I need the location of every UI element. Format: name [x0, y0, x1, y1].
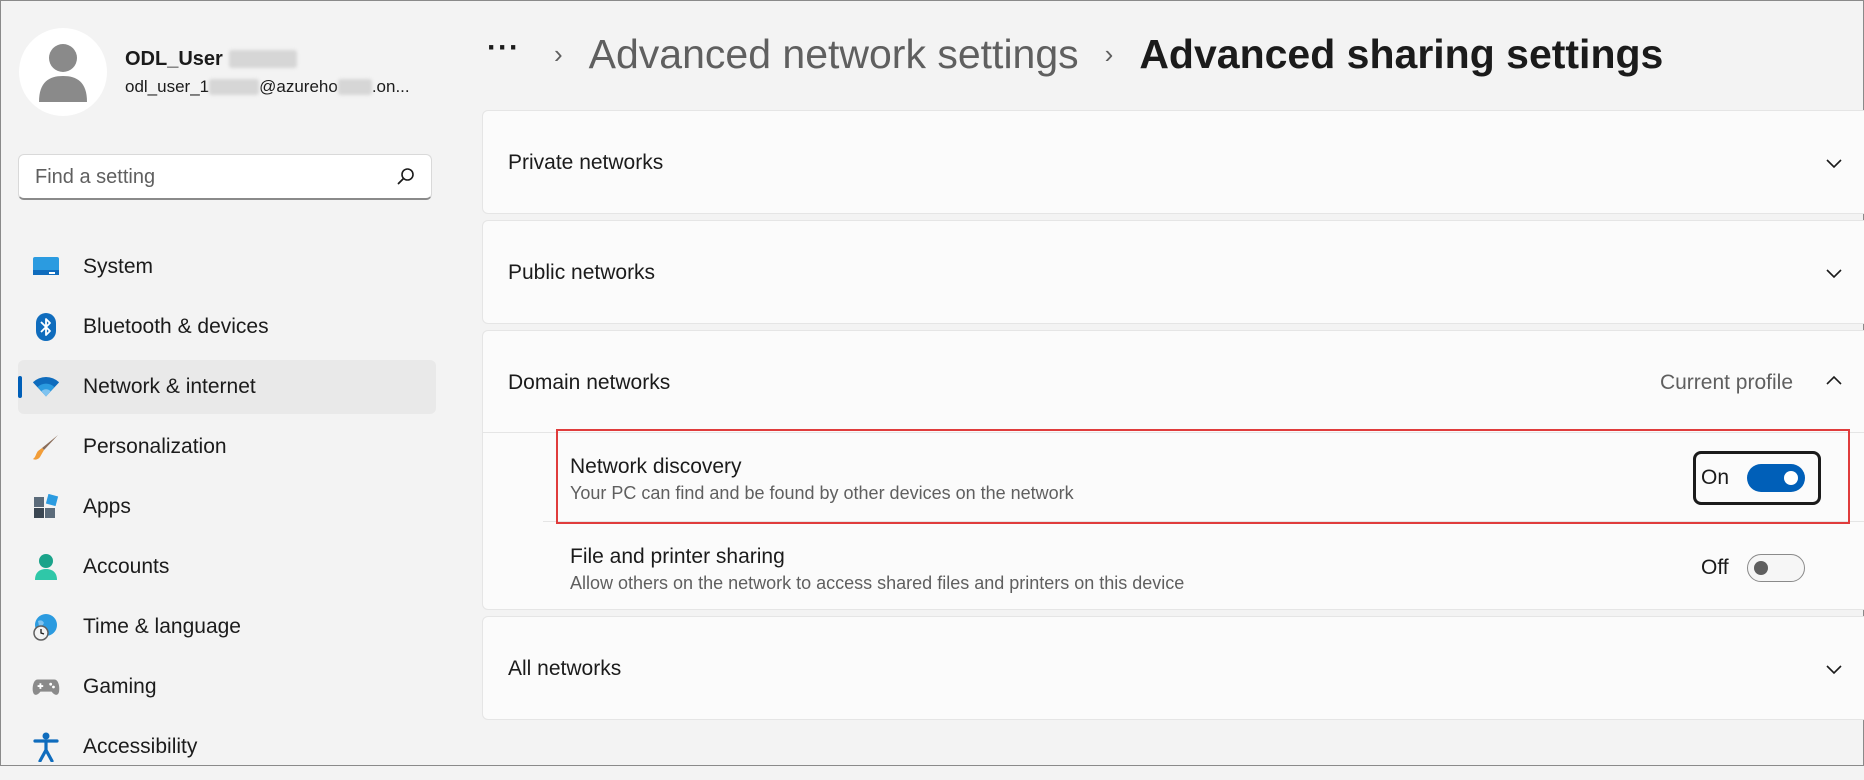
- search-icon[interactable]: [397, 167, 415, 185]
- redacted-text: [228, 50, 297, 68]
- person-icon: [32, 553, 60, 581]
- user-profile[interactable]: ODL_User odl_user_1 @azureho .on...: [19, 28, 410, 116]
- brush-icon: [32, 433, 60, 461]
- email-part: odl_user_1: [125, 76, 210, 96]
- section-title: Domain networks: [508, 371, 671, 394]
- breadcrumb: ··· › Advanced network settings › Advanc…: [487, 24, 1663, 84]
- file-printer-sharing-title: File and printer sharing: [570, 545, 785, 568]
- more-breadcrumbs-button[interactable]: ···: [487, 31, 520, 65]
- current-profile-label: Current profile: [1659, 371, 1793, 394]
- section-title: Public networks: [508, 261, 656, 284]
- apps-icon: [32, 493, 60, 521]
- sidebar-item-accounts[interactable]: Accounts: [18, 540, 436, 594]
- page-title: Advanced sharing settings: [1139, 30, 1664, 77]
- email-part: .on...: [371, 76, 410, 96]
- sidebar-item-apps[interactable]: Apps: [18, 480, 436, 534]
- profile-email: odl_user_1 @azureho .on...: [125, 77, 410, 97]
- sidebar-item-personalization[interactable]: Personalization: [18, 420, 436, 474]
- email-part: @azureho: [259, 76, 338, 96]
- chevron-down-icon[interactable]: [1825, 264, 1843, 282]
- section-all-networks[interactable]: All networks: [482, 616, 1864, 720]
- person-icon: [39, 44, 87, 102]
- sidebar-item-label: Bluetooth & devices: [83, 315, 269, 338]
- accessibility-icon: [32, 732, 60, 762]
- search-input[interactable]: [33, 155, 397, 199]
- sidebar-item-label: Accessibility: [83, 735, 198, 758]
- sidebar-item-gaming[interactable]: Gaming: [18, 660, 436, 714]
- sidebar-item-label: Accounts: [83, 555, 170, 578]
- section-title: Private networks: [508, 151, 664, 174]
- section-public-networks[interactable]: Public networks: [482, 220, 1864, 324]
- redacted-text: [209, 78, 260, 95]
- chevron-down-icon[interactable]: [1825, 154, 1843, 172]
- wifi-icon: [32, 373, 60, 401]
- sidebar: ODL_User odl_user_1 @azureho .on... Syst…: [0, 0, 450, 766]
- sidebar-nav: System Bluetooth & devices Network & int…: [18, 240, 436, 780]
- sidebar-item-label: Personalization: [83, 435, 227, 458]
- sidebar-item-network[interactable]: Network & internet: [18, 360, 436, 414]
- file-printer-sharing-toggle[interactable]: [1746, 554, 1805, 582]
- toggle-knob: [1753, 561, 1768, 575]
- search-box: [18, 154, 432, 200]
- sidebar-item-bluetooth[interactable]: Bluetooth & devices: [18, 300, 436, 354]
- redacted-text: [337, 78, 372, 95]
- highlight-box: [556, 429, 1850, 524]
- sidebar-item-time-language[interactable]: Time & language: [18, 600, 436, 654]
- system-icon: [32, 253, 60, 281]
- avatar: [19, 28, 107, 116]
- profile-name: ODL_User: [125, 47, 223, 70]
- gamepad-icon: [32, 673, 60, 701]
- breadcrumb-parent[interactable]: Advanced network settings: [589, 31, 1079, 78]
- sidebar-item-label: Time & language: [83, 615, 241, 638]
- file-printer-sharing-toggle-group: Off: [1701, 554, 1805, 582]
- sidebar-item-label: Apps: [83, 495, 131, 518]
- toggle-state-label: Off: [1701, 556, 1729, 579]
- bluetooth-icon: [32, 313, 60, 341]
- chevron-down-icon[interactable]: [1825, 660, 1843, 678]
- chevron-right-icon: ›: [553, 38, 563, 69]
- sidebar-item-system[interactable]: System: [18, 240, 436, 294]
- sidebar-item-label: System: [83, 255, 154, 278]
- globe-clock-icon: [32, 613, 60, 641]
- chevron-up-icon[interactable]: [1825, 372, 1843, 390]
- sidebar-item-label: Gaming: [83, 675, 157, 698]
- chevron-right-icon: ›: [1104, 38, 1114, 69]
- section-title: All networks: [508, 657, 622, 680]
- file-printer-sharing-desc: Allow others on the network to access sh…: [570, 573, 1185, 593]
- section-private-networks[interactable]: Private networks: [482, 110, 1864, 214]
- sidebar-item-label: Network & internet: [83, 375, 256, 398]
